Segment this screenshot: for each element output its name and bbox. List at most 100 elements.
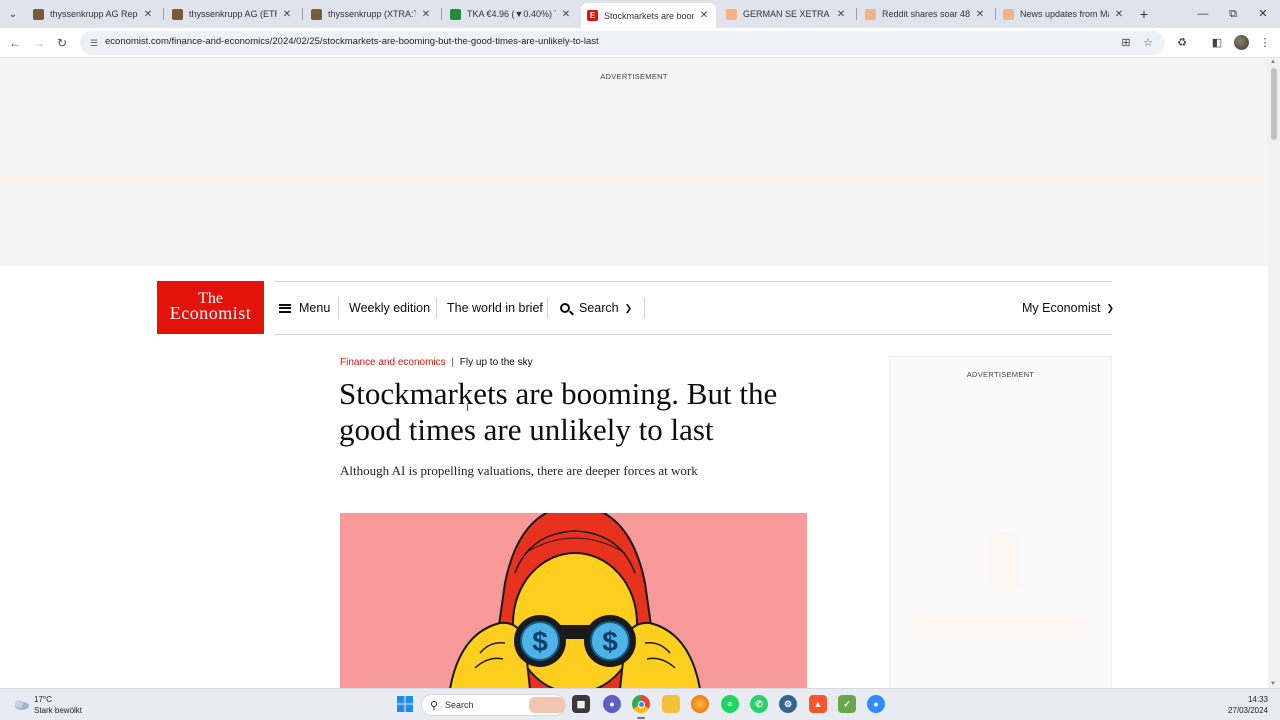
logo-line-2: Economist bbox=[169, 303, 252, 323]
forward-arrow-icon[interactable]: → bbox=[30, 34, 48, 52]
menu-button[interactable]: Menu bbox=[279, 298, 330, 318]
world-in-brief-link[interactable]: The world in brief bbox=[447, 298, 543, 318]
advertisement-label: ADVERTISEMENT bbox=[966, 370, 1035, 379]
page-scrollbar[interactable]: ▲ ▼ bbox=[1268, 58, 1280, 688]
tab-separator bbox=[995, 8, 996, 20]
reload-icon[interactable]: ↻ bbox=[53, 34, 71, 52]
nav-divider-line bbox=[275, 334, 1112, 335]
article-headline: Stockmarkets are booming. But the good t… bbox=[339, 376, 778, 447]
tab-close-icon[interactable]: ✕ bbox=[142, 9, 154, 20]
cloudy-weather-icon[interactable] bbox=[12, 697, 30, 711]
top-advertisement[interactable]: ADVERTISEMENT bbox=[0, 58, 1268, 266]
article-hero-image: $ $ bbox=[340, 513, 807, 688]
whatsapp-icon[interactable]: ✆ bbox=[750, 695, 768, 713]
file-explorer-icon[interactable] bbox=[662, 695, 680, 713]
tab-close-icon[interactable]: ✕ bbox=[1113, 9, 1125, 20]
weather-description[interactable]: Stark bewölkt bbox=[34, 706, 82, 715]
clock-date[interactable]: 27/03/2024 bbox=[1228, 706, 1268, 715]
windows-taskbar: 17°C Stark bewölkt ⚲ Search ▩ ● ≈ ✆ ⚙ ▲ … bbox=[0, 688, 1280, 720]
article-standfirst: Although AI is propelling valuations, th… bbox=[340, 463, 698, 478]
side-panel-icon[interactable]: ◧ bbox=[1208, 34, 1226, 52]
tab-close-icon[interactable]: ✕ bbox=[281, 9, 293, 20]
close-window-icon[interactable]: ✕ bbox=[1248, 4, 1278, 24]
section-link[interactable]: Finance and economics bbox=[340, 357, 446, 368]
tab-news-updates[interactable]: News updates from March ✕ bbox=[997, 3, 1131, 25]
taskbar-search-placeholder: Search bbox=[445, 700, 474, 710]
bookmark-star-icon[interactable]: ☆ bbox=[1141, 36, 1155, 50]
nav-divider-line bbox=[275, 281, 1112, 282]
tab-close-icon[interactable]: ✕ bbox=[560, 9, 572, 20]
webpage: ADVERTISEMENT The Economist Menu Weekly … bbox=[0, 58, 1268, 688]
clock-time[interactable]: 14:33 bbox=[1248, 695, 1268, 704]
extensions-puzzle-icon[interactable]: ♻ bbox=[1173, 34, 1191, 52]
tab-thyssenkrupp-reporting[interactable]: thyssenkrupp AG Reporting ✕ bbox=[27, 3, 160, 25]
tab-close-icon[interactable]: ✕ bbox=[420, 9, 432, 20]
tab-title: Stockmarkets are booming bbox=[604, 10, 694, 21]
firefox-icon[interactable] bbox=[691, 695, 709, 713]
search-label: Search bbox=[579, 301, 619, 315]
tab-thyssenkrupp-etr[interactable]: thyssenkrupp AG (ETR:TKA) ✕ bbox=[166, 3, 299, 25]
app-icon[interactable]: ✓ bbox=[838, 695, 856, 713]
nav-divider bbox=[644, 297, 645, 319]
tab-thyssenkrupp-xtra[interactable]: thyssenkrupp (XTRA:TKA) ✕ bbox=[305, 3, 438, 25]
scroll-up-arrow-icon[interactable]: ▲ bbox=[1270, 59, 1276, 65]
tab-search-chevron-icon[interactable]: ⌄ bbox=[4, 5, 22, 23]
minimize-icon[interactable]: — bbox=[1188, 4, 1218, 24]
tab-close-icon[interactable]: ✕ bbox=[698, 10, 710, 21]
chart-icon bbox=[450, 8, 461, 20]
chevron-down-icon: ❯ bbox=[624, 302, 633, 313]
more-menu-icon[interactable]: ⋮ bbox=[1256, 34, 1274, 52]
restore-icon[interactable]: ⧉ bbox=[1218, 4, 1248, 24]
weather-temperature[interactable]: 17°C bbox=[34, 695, 52, 704]
windows-start-icon[interactable] bbox=[396, 695, 414, 713]
search-button[interactable]: Search ❯ bbox=[560, 298, 632, 318]
address-bar[interactable]: ☰ economist.com/finance-and-economics/20… bbox=[80, 31, 1165, 55]
tab-german-dax[interactable]: GERMAN SE XETRA DAX ✕ bbox=[720, 3, 853, 25]
tab-stockmarkets-active[interactable]: E Stockmarkets are booming ✕ bbox=[581, 3, 716, 28]
ad-placeholder bbox=[990, 532, 1020, 592]
site-navigation: The Economist Menu Weekly edition The wo… bbox=[157, 281, 1114, 335]
search-icon: ⚲ bbox=[430, 700, 439, 712]
advertisement-label: ADVERTISEMENT bbox=[600, 72, 668, 81]
search-highlight-image bbox=[529, 697, 565, 713]
tab-title: TKA €4.96 (▼0.40%) Thyssen bbox=[467, 9, 556, 19]
browser-toolbar: ← → ↻ ☰ economist.com/finance-and-econom… bbox=[0, 28, 1280, 58]
tab-title: thyssenkrupp AG Reporting bbox=[50, 9, 138, 19]
tab-tka-price[interactable]: TKA €4.96 (▼0.40%) Thyssen ✕ bbox=[444, 3, 578, 25]
tab-close-icon[interactable]: ✕ bbox=[974, 9, 986, 20]
tab-title: thyssenkrupp (XTRA:TKA) bbox=[328, 9, 416, 19]
teams-chat-icon[interactable]: ● bbox=[603, 695, 621, 713]
my-economist-label: My Economist bbox=[1022, 301, 1101, 315]
chrome-icon[interactable] bbox=[632, 695, 650, 713]
binoculars-illustration: $ $ bbox=[449, 513, 701, 688]
tab-close-icon[interactable]: ✕ bbox=[835, 9, 847, 20]
economist-logo[interactable]: The Economist bbox=[157, 281, 264, 334]
new-tab-button[interactable]: + bbox=[1137, 5, 1151, 23]
postgres-icon[interactable]: ⚙ bbox=[779, 695, 797, 713]
tab-separator bbox=[441, 8, 442, 20]
sidebar-advertisement[interactable]: ADVERTISEMENT bbox=[889, 356, 1112, 688]
hamburger-icon bbox=[279, 303, 291, 313]
svg-text:$: $ bbox=[602, 626, 618, 657]
scroll-thumb[interactable] bbox=[1271, 68, 1277, 140]
ft-icon bbox=[1003, 8, 1014, 20]
tab-title: Reddit shares soar 48% in bbox=[882, 9, 970, 19]
taskbar-search[interactable]: ⚲ Search bbox=[421, 694, 566, 716]
tab-separator bbox=[856, 8, 857, 20]
weekly-edition-link[interactable]: Weekly edition bbox=[349, 298, 430, 318]
owl-icon bbox=[311, 8, 322, 20]
nav-divider bbox=[436, 297, 437, 319]
spotify-icon[interactable]: ≈ bbox=[721, 695, 739, 713]
scroll-down-arrow-icon[interactable]: ▼ bbox=[1270, 681, 1276, 687]
tab-reddit-shares[interactable]: Reddit shares soar 48% in ✕ bbox=[859, 3, 992, 25]
task-view-icon[interactable]: ▩ bbox=[572, 695, 590, 713]
tab-title: thyssenkrupp AG (ETR:TKA) bbox=[189, 9, 277, 19]
install-app-icon[interactable]: ⊞ bbox=[1119, 36, 1133, 50]
text-cursor-icon: I bbox=[466, 403, 469, 414]
my-economist-button[interactable]: My Economist ❯ bbox=[1022, 298, 1114, 318]
brave-icon[interactable]: ▲ bbox=[809, 695, 827, 713]
profile-avatar[interactable] bbox=[1234, 35, 1249, 50]
zoom-icon[interactable]: ● bbox=[867, 695, 885, 713]
back-arrow-icon[interactable]: ← bbox=[6, 34, 24, 52]
site-info-icon[interactable]: ☰ bbox=[88, 37, 100, 49]
